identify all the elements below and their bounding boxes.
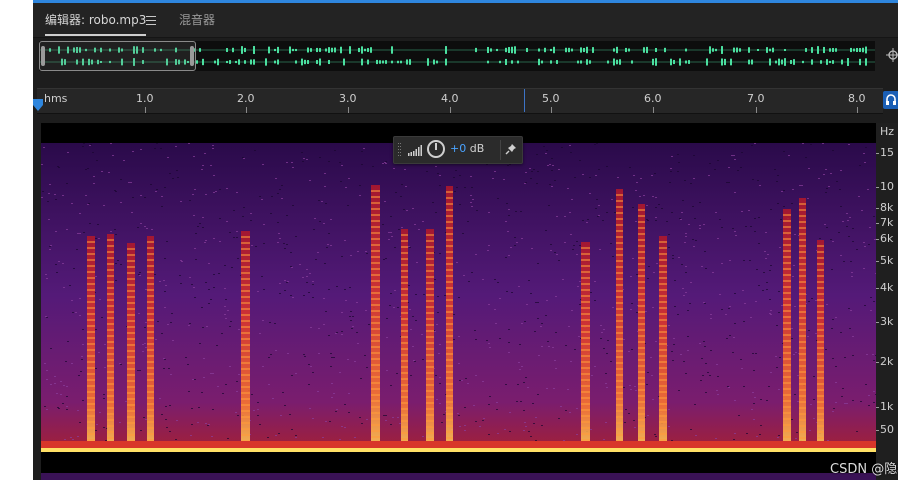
ruler-tick	[857, 107, 858, 113]
selection-left-handle[interactable]	[41, 46, 45, 66]
tab-mixer[interactable]: 混音器	[179, 11, 215, 28]
headphones-icon[interactable]	[883, 91, 898, 109]
freq-tick	[876, 430, 879, 431]
signal-bars-icon	[408, 145, 422, 156]
playback-cursor[interactable]	[524, 89, 525, 112]
freq-tick	[876, 362, 879, 363]
freq-label: 10	[880, 180, 894, 193]
gain-value: +0	[450, 142, 467, 155]
app-root: 编辑器: robo.mp3 混音器 hms 1.0 2.0 3.0 4.0 5.…	[0, 0, 898, 480]
hud-divider	[500, 140, 501, 160]
freq-label: 6k	[880, 232, 894, 245]
gain-hud[interactable]: +0 dB	[393, 136, 523, 164]
freq-unit-label: Hz	[880, 125, 895, 138]
freq-tick	[876, 239, 879, 240]
ruler-tick	[246, 107, 247, 113]
freq-tick	[876, 288, 879, 289]
freq-label: 5k	[880, 254, 894, 267]
freq-tick	[876, 261, 879, 262]
spectrogram	[41, 143, 876, 480]
freq-label: 4k	[880, 281, 894, 294]
ruler-tick-label: 5.0	[542, 92, 560, 105]
freq-tick	[876, 322, 879, 323]
freq-tick	[876, 407, 879, 408]
time-ruler[interactable]: hms 1.0 2.0 3.0 4.0 5.0 6.0 7.0 8.0	[37, 88, 883, 114]
ruler-tick-label: 7.0	[747, 92, 765, 105]
freq-label: 2k	[880, 355, 894, 368]
freq-label: 1k	[880, 400, 894, 413]
grip-icon[interactable]	[398, 143, 401, 157]
spectral-display[interactable]	[41, 123, 876, 480]
ruler-tick	[551, 107, 552, 113]
ruler-tick	[653, 107, 654, 113]
freq-tick	[876, 153, 879, 154]
ruler-tick-label: 3.0	[339, 92, 357, 105]
playhead-marker-icon[interactable]	[33, 99, 43, 111]
tab-bar: 编辑器: robo.mp3 混音器	[33, 3, 898, 38]
ruler-tick-label: 8.0	[848, 92, 866, 105]
ruler-tick-label: 1.0	[136, 92, 154, 105]
ruler-tick	[348, 107, 349, 113]
ruler-tick	[450, 107, 451, 113]
freq-label: 7k	[880, 216, 894, 229]
waveform-overview[interactable]	[39, 41, 875, 71]
ruler-tick-label: 4.0	[441, 92, 459, 105]
tab-editor[interactable]: 编辑器: robo.mp3	[45, 11, 147, 36]
freq-tick	[876, 187, 879, 188]
gain-unit: dB	[469, 142, 485, 155]
overview-selection[interactable]	[39, 41, 196, 71]
pin-icon[interactable]	[505, 143, 517, 155]
freq-tick	[876, 223, 879, 224]
ruler-unit-label: hms	[44, 92, 68, 105]
selection-right-handle[interactable]	[190, 46, 194, 66]
freq-label: 15	[880, 146, 894, 159]
freq-tick	[876, 208, 879, 209]
ruler-tick	[756, 107, 757, 113]
freq-label: 50	[880, 423, 894, 436]
watermark: CSDN @隐秋	[830, 462, 898, 477]
freq-label: 8k	[880, 201, 894, 214]
gain-readout[interactable]: +0 dB	[450, 142, 484, 155]
ruler-tick-label: 6.0	[644, 92, 662, 105]
frequency-axis: Hz 15 10 8k 7k 6k 5k 4k 3k 2k 1k 50	[876, 123, 898, 480]
ruler-tick	[145, 107, 146, 113]
freq-label: 3k	[880, 315, 894, 328]
hamburger-icon[interactable]	[146, 16, 156, 25]
ruler-tick-label: 2.0	[237, 92, 255, 105]
gain-knob-icon[interactable]	[427, 140, 445, 158]
editor-panel: 编辑器: robo.mp3 混音器 hms 1.0 2.0 3.0 4.0 5.…	[33, 0, 898, 480]
target-crosshair-icon[interactable]	[886, 48, 898, 62]
